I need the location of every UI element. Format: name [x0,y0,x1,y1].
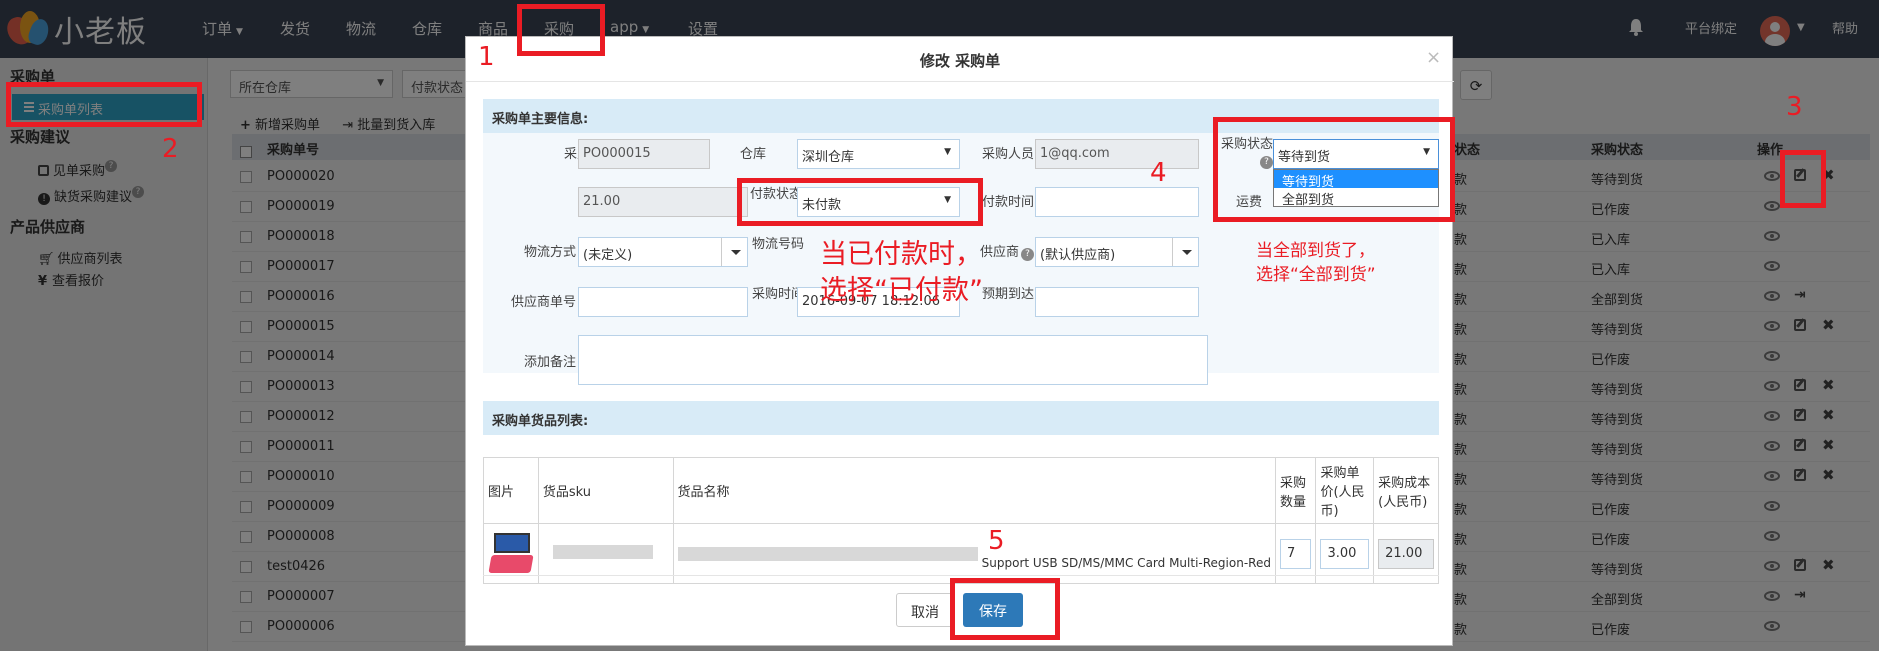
close-icon[interactable]: × [1426,47,1441,68]
annotation-status-note-1: 当全部到货了， [1256,241,1375,261]
divider [483,575,1439,576]
buyer-label: 采购人员 [981,147,1034,162]
annotation-box-1 [517,4,605,56]
col-unit-price: 采购单价(人民币) [1315,457,1375,524]
annotation-number-1: 1 [478,42,495,72]
caret-down-icon [721,238,747,266]
caret-down-icon: ▼ [944,147,951,157]
amount-field: 21.00 [578,187,748,217]
logistics-select[interactable]: (未定义) [578,237,748,267]
col-qty: 采购数量 [1274,457,1317,524]
annotation-pay-note-2: 选择“已付款” [820,275,983,306]
col-image: 图片 [483,457,539,524]
logistics-label: 物流方式 [523,245,576,260]
product-thumbnail [488,529,534,579]
qty-input[interactable]: 7 [1279,538,1312,569]
cost-field: 21.00 [1378,538,1434,569]
cancel-button[interactable]: 取消 [896,593,954,627]
warehouse-label: 仓库 [739,147,766,162]
sku-redacted [552,544,653,559]
annotation-status-note-2: 选择“全部到货” [1256,265,1376,285]
annotation-number-5: 5 [988,526,1005,556]
col-sku: 货品sku [537,457,674,524]
eta-input[interactable] [1035,287,1199,317]
annotation-pay-note-1: 当已付款时， [820,239,982,270]
app-root: 小老板 订单▼ 发货 物流 仓库 商品 采购 app▼ 设置 平台绑定 ▼ 帮助… [0,0,1879,651]
remark-label: 添加备注 [523,355,576,370]
pay-time-input[interactable] [1035,187,1199,217]
col-cost: 采购成本(人民币) [1373,457,1439,524]
order-no-field: PO000015 [578,139,710,169]
name-redacted [677,547,978,561]
annotation-box-pay [737,178,983,226]
supplier-no-label: 供应商单号 [510,295,576,310]
warehouse-select[interactable]: 深圳仓库 ▼ [797,139,960,169]
supplier-no-input[interactable] [578,287,748,317]
annotation-number-4: 4 [1150,158,1167,188]
divider [466,81,1454,82]
purchase-time-label: 采购时间 [752,287,805,302]
dialog-title: 修改 采购单 [919,52,1001,70]
col-name: 货品名称 [672,457,1276,524]
goods-section-header: 采购单货品列表: [483,401,1439,435]
annotation-box-4 [1213,117,1455,222]
remark-textarea[interactable] [578,335,1208,385]
annotation-box-3 [1780,150,1826,208]
annotation-box-2 [6,82,202,127]
product-name: Support USB SD/MS/MMC Card Multi-Region-… [981,556,1271,570]
pay-time-label: 付款时间 [981,195,1034,210]
goods-table-header: 图片 货品sku 货品名称 采购数量 采购单价(人民币) 采购成本(人民币) [483,457,1439,524]
buyer-field: 1@qq.com [1035,139,1199,169]
unit-price-input[interactable]: 3.00 [1320,538,1370,569]
annotation-box-5 [950,578,1060,640]
goods-table: 图片 货品sku 货品名称 采购数量 采购单价(人民币) 采购成本(人民币) S… [483,457,1439,584]
caret-down-icon [1172,238,1198,266]
eta-label: 预期到达日期 [982,287,1061,302]
annotation-number-2: 2 [162,134,179,164]
supplier-select[interactable]: (默认供应商) [1035,237,1199,267]
help-icon[interactable]: ? [1021,248,1034,261]
annotation-number-3: 3 [1786,92,1803,122]
tracking-label: 物流号码 [752,237,805,252]
